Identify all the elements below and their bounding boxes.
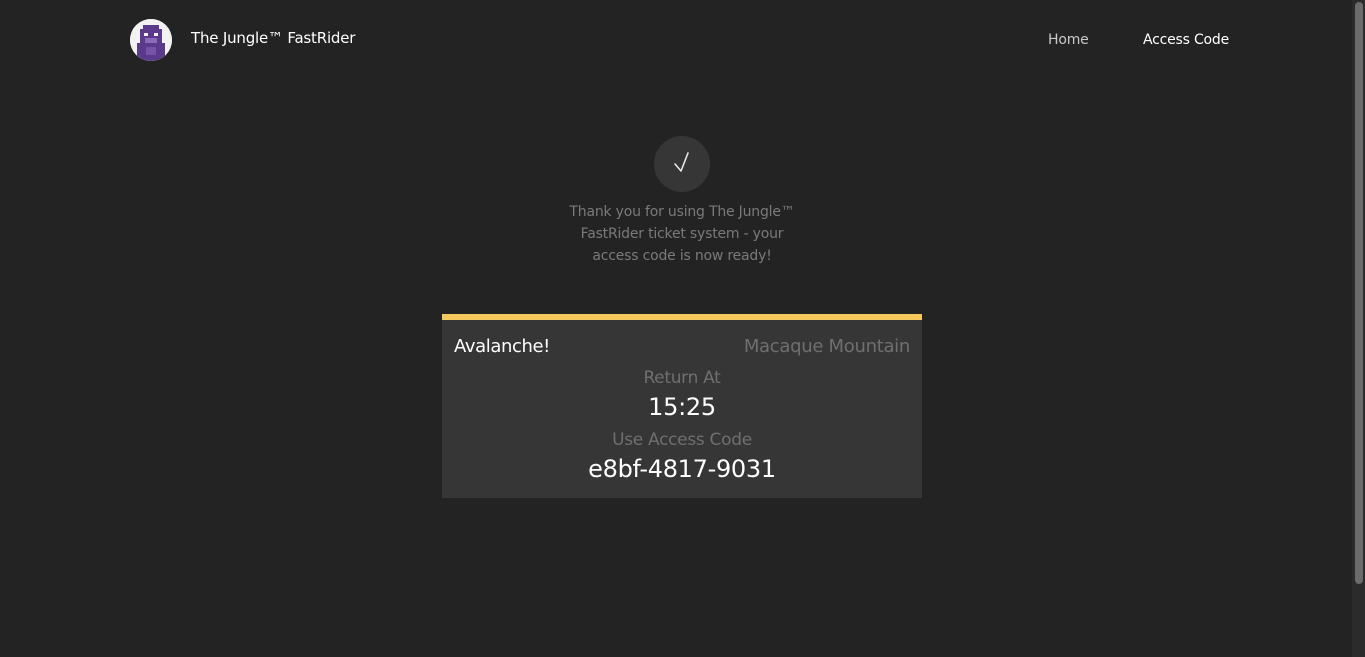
- app-title: The Jungle™ FastRider: [191, 29, 356, 47]
- vertical-scrollbar[interactable]: [1352, 0, 1365, 657]
- return-at-label: Return At: [643, 368, 721, 388]
- gorilla-logo-icon: [130, 19, 172, 61]
- scrollbar-thumb[interactable]: [1355, 2, 1363, 584]
- ticket-card: Avalanche! Macaque Mountain Return At 15…: [442, 314, 922, 498]
- page: The Jungle™ FastRider Home Access Code T…: [0, 0, 1365, 657]
- access-code-value: e8bf-4817-9031: [588, 455, 776, 483]
- checkmark-icon: [674, 152, 689, 172]
- nav-access-code-link[interactable]: Access Code: [1143, 32, 1229, 48]
- nav-home-link[interactable]: Home: [1048, 32, 1089, 48]
- header: The Jungle™ FastRider Home Access Code: [0, 0, 1352, 82]
- return-time: 15:25: [648, 393, 716, 421]
- access-code-label: Use Access Code: [612, 430, 752, 450]
- success-badge: [654, 136, 710, 192]
- confirmation-message: Thank you for using The Jungle™ FastRide…: [569, 204, 795, 264]
- ride-name: Avalanche!: [454, 336, 550, 357]
- zone-name: Macaque Mountain: [743, 336, 910, 357]
